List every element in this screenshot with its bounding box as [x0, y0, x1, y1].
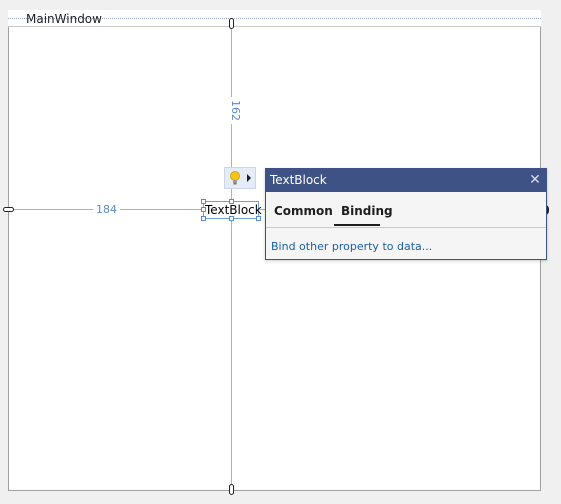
- resize-handle-top-left[interactable]: [201, 199, 206, 204]
- tab-binding[interactable]: Binding: [341, 204, 393, 219]
- left-anchor-icon[interactable]: [3, 207, 14, 212]
- arrow-right-icon: [247, 174, 251, 182]
- tab-common[interactable]: Common: [274, 204, 333, 219]
- bind-property-link[interactable]: Bind other property to data...: [271, 240, 432, 254]
- left-margin-label[interactable]: 184: [93, 203, 120, 216]
- top-margin-label[interactable]: 162: [229, 97, 242, 124]
- resize-handle-left[interactable]: [201, 207, 206, 212]
- popup-divider: [266, 227, 546, 228]
- resize-handle-top[interactable]: [229, 199, 234, 204]
- resize-handle-bottom[interactable]: [229, 216, 234, 221]
- bottom-anchor-icon[interactable]: [229, 484, 234, 495]
- popup-title: TextBlock: [270, 173, 327, 187]
- window-title: MainWindow: [26, 12, 102, 26]
- selected-tab-indicator: [334, 224, 380, 226]
- resize-handle-bottom-left[interactable]: [201, 216, 206, 221]
- lightbulb-icon: [230, 171, 240, 185]
- resize-handle-bottom-right[interactable]: [256, 216, 261, 221]
- close-icon[interactable]: ✕: [528, 172, 542, 188]
- top-anchor-icon[interactable]: [229, 18, 234, 29]
